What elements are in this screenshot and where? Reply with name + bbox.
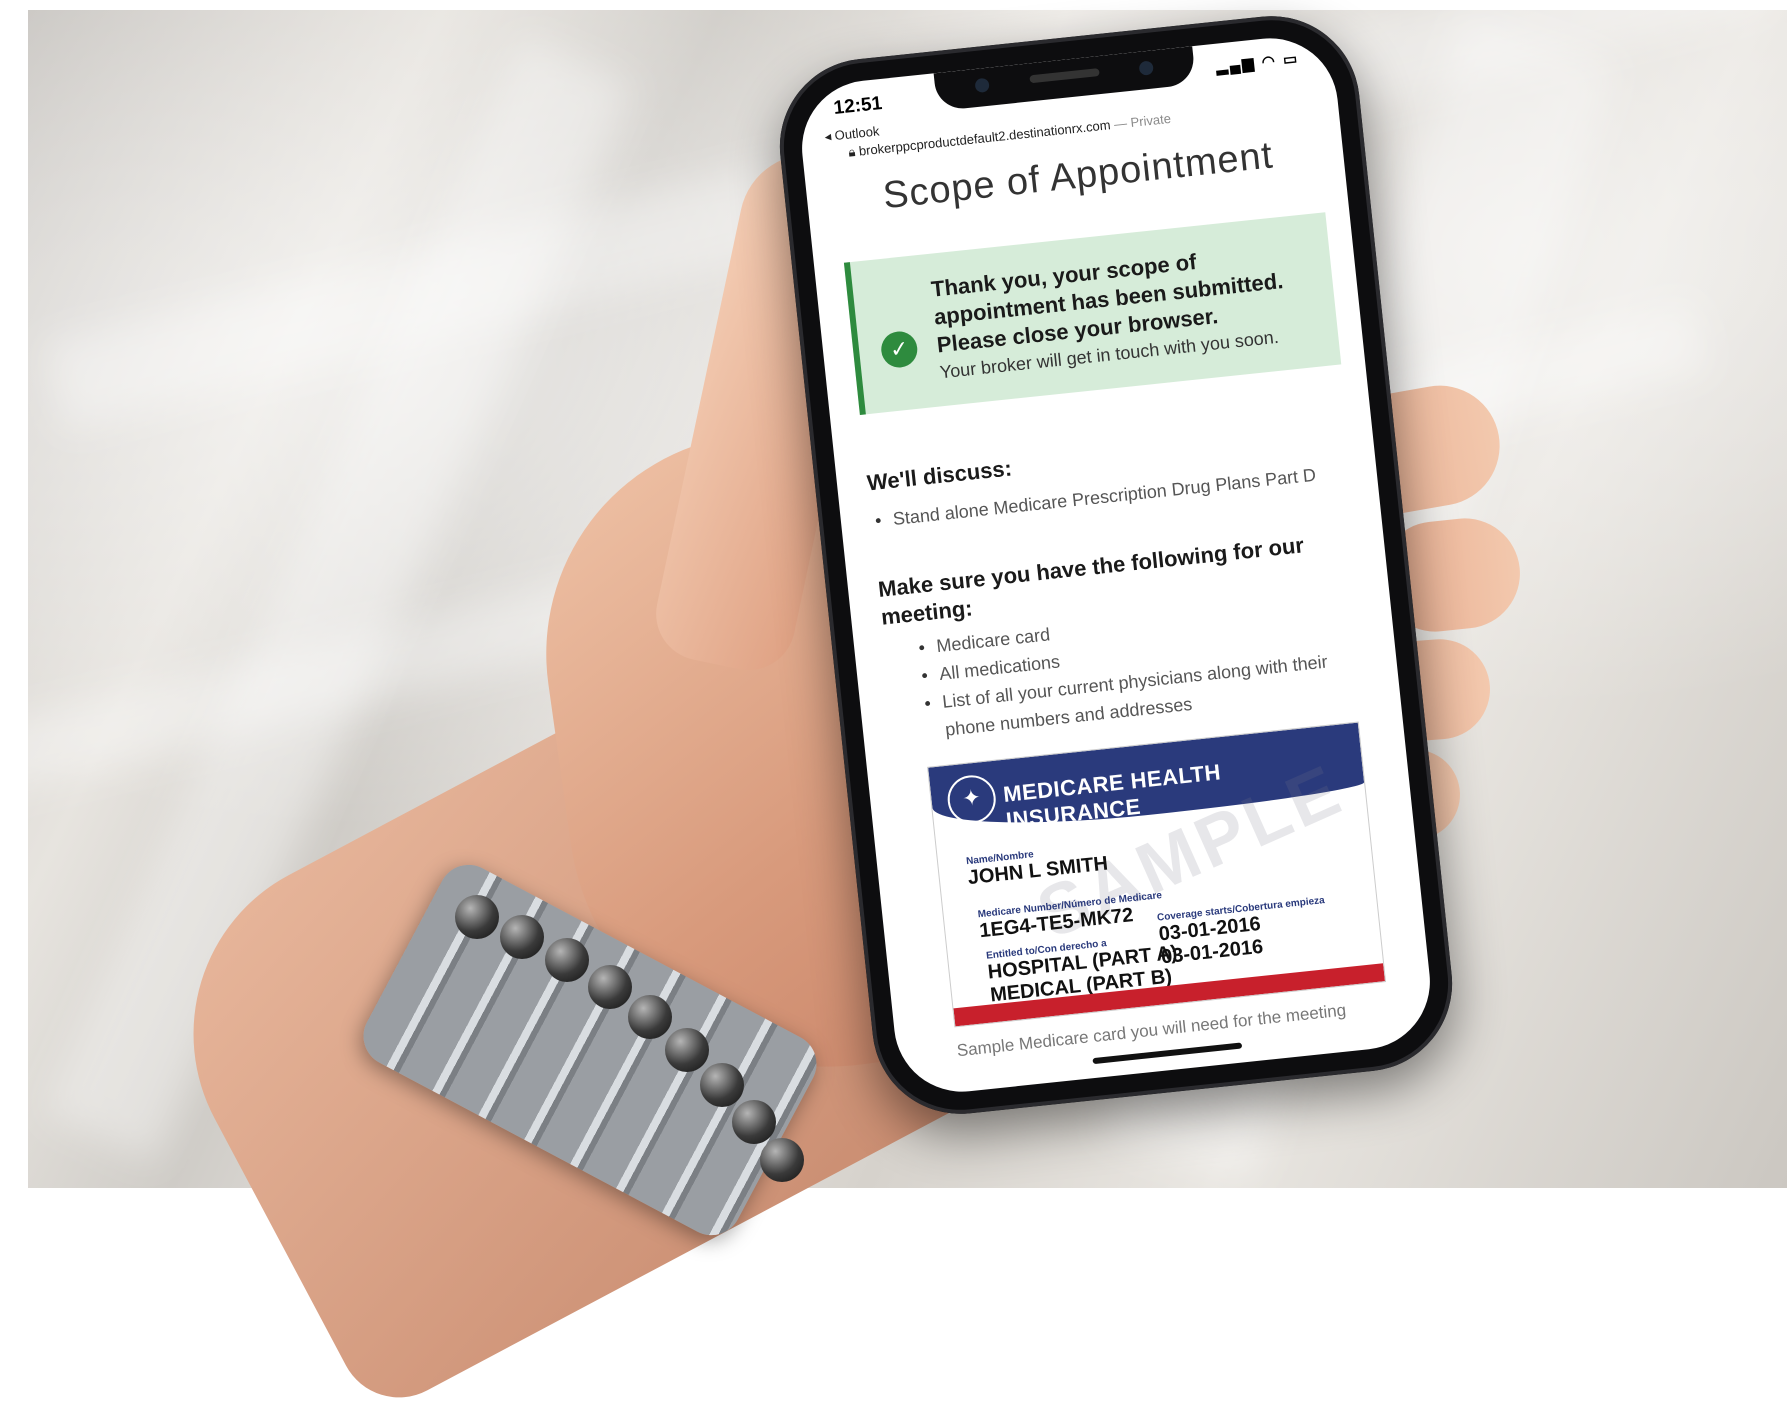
phone-screen: 12:51 ▂▄▆ ◠ ▭ ◂ Outlook 🔒︎ brokerppcprod… xyxy=(795,31,1437,1099)
hhs-eagle-icon: ✦ xyxy=(945,772,999,826)
battery-icon: ▭ xyxy=(1282,50,1300,69)
signal-icon: ▂▄▆ xyxy=(1215,54,1257,76)
sensor-icon xyxy=(1138,60,1154,76)
smartphone: 12:51 ▂▄▆ ◠ ▭ ◂ Outlook 🔒︎ brokerppcprod… xyxy=(771,7,1461,1123)
private-label: — Private xyxy=(1113,110,1172,132)
status-icons: ▂▄▆ ◠ ▭ xyxy=(1215,49,1300,76)
status-time: 12:51 xyxy=(832,92,884,119)
success-alert: ✓ Thank you, your scope of appointment h… xyxy=(843,212,1342,416)
check-circle-icon: ✓ xyxy=(879,329,920,370)
camera-icon xyxy=(974,77,990,94)
medicare-card-image: ✦ MEDICARE HEALTH INSURANCE SAMPLE Name/… xyxy=(927,721,1387,1028)
wifi-icon: ◠ xyxy=(1260,52,1278,71)
lock-icon: 🔒︎ xyxy=(847,144,857,160)
url-text: brokerppcproductdefault2.destinationrx.c… xyxy=(858,117,1112,159)
card-coverage-block: Coverage starts/Cobertura empieza 03-01-… xyxy=(1157,895,1330,969)
page-content: Scope of Appointment ✓ Thank you, your s… xyxy=(835,130,1413,1096)
